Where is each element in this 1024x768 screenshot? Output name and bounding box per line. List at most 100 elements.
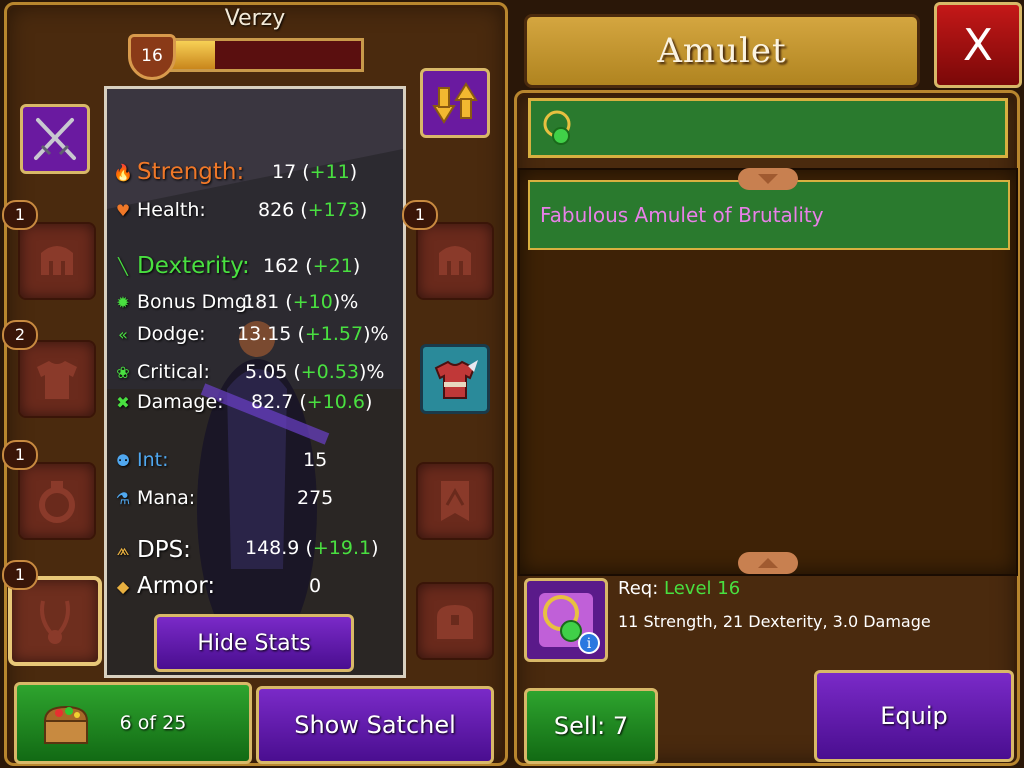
requirement-level: Level 16 <box>664 578 741 599</box>
stat-number: 826 <box>258 199 295 221</box>
list-item[interactable]: Fabulous Amulet of Brutality <box>528 180 1010 250</box>
sell-price: 7 <box>612 712 629 740</box>
scroll-up-tab[interactable] <box>738 168 798 190</box>
helmet-icon <box>41 246 73 275</box>
stat-label: Dexterity: <box>137 253 250 279</box>
stat-number: 17 <box>272 161 297 183</box>
stat-label: Critical: <box>137 361 210 383</box>
flame-icon: 🔥 <box>113 162 133 182</box>
stat-value: 148.9 (+19.1) <box>245 537 379 559</box>
critical-icon: ❀ <box>116 362 130 382</box>
item-description: 11 Strength, 21 Dexterity, 3.0 Damage <box>618 612 931 631</box>
stat-value: 162 (+21) <box>263 255 361 277</box>
stat-number: 15 <box>303 449 328 471</box>
treasure-chest-icon <box>43 705 89 744</box>
swap-button[interactable] <box>420 68 490 138</box>
category-title: Amulet <box>524 14 920 88</box>
requirement-label: Req: <box>618 578 659 599</box>
stat-row-dexterity: ╲ Dexterity: <box>113 253 250 279</box>
stat-number: 148.9 <box>245 537 300 559</box>
weapon-slot-button[interactable] <box>20 104 90 174</box>
stat-row-dodge: « Dodge: <box>113 323 205 345</box>
stat-number: 13.15 <box>237 323 292 345</box>
stat-value: 5.05 (+0.53)% <box>245 361 385 383</box>
burst-icon: ✹ <box>116 292 130 312</box>
ring-icon <box>39 481 75 523</box>
stat-row-bonus-dmg: ✹ Bonus Dmg: <box>113 291 253 313</box>
stat-value: 15 <box>303 449 327 471</box>
stat-label: Bonus Dmg: <box>137 291 254 313</box>
stat-row-health: ♥ Health: <box>113 199 206 221</box>
stat-bonus: +11 <box>309 161 350 183</box>
stat-bonus: +10.6 <box>306 391 365 413</box>
stat-number: 5.05 <box>245 361 288 383</box>
stat-label: DPS: <box>137 537 191 563</box>
slot-count-badge: 1 <box>402 200 438 230</box>
equip-button[interactable]: Equip <box>814 670 1014 762</box>
stat-value: 82.7 (+10.6) <box>251 391 373 413</box>
storage-slot-right[interactable] <box>416 582 494 660</box>
stat-suffix: % <box>366 361 385 383</box>
cross-swords-icon: ✖ <box>116 392 130 412</box>
close-button[interactable]: X <box>934 2 1022 88</box>
scroll-down-tab[interactable] <box>738 552 798 574</box>
amulet-icon <box>543 110 571 145</box>
armor-icon <box>37 361 77 399</box>
stat-value: 17 (+11) <box>272 161 358 183</box>
slash-icon: ╲ <box>118 256 128 276</box>
inventory-button[interactable]: 6 of 25 <box>14 682 252 764</box>
armor-slot-left[interactable] <box>18 340 96 418</box>
category-filter-bar[interactable] <box>528 98 1008 158</box>
stat-label: Dodge: <box>137 323 206 345</box>
stat-label: Int: <box>137 449 169 471</box>
chevron-icon: « <box>118 324 128 344</box>
heart-icon: ♥ <box>115 200 131 220</box>
banner-slot-right[interactable] <box>416 462 494 540</box>
helmet-icon <box>439 246 471 275</box>
stat-label: Mana: <box>137 487 196 509</box>
chest-armor-slot-right[interactable] <box>420 344 490 414</box>
shield-icon: ◆ <box>116 576 130 596</box>
stat-suffix: % <box>370 323 389 345</box>
hide-stats-button[interactable]: Hide Stats <box>154 614 354 672</box>
ring-slot-left[interactable] <box>18 462 96 540</box>
stat-number: 181 <box>243 291 280 313</box>
stat-bonus: +1.57 <box>304 323 364 345</box>
item-name: Fabulous Amulet of Brutality <box>540 203 824 227</box>
chevron-up-icon <box>758 558 778 568</box>
int-icon: ⚉ <box>115 450 131 470</box>
stat-label: Armor: <box>137 573 216 599</box>
stat-number: 82.7 <box>251 391 294 413</box>
swap-arrows-icon <box>432 82 478 124</box>
slot-count-badge: 1 <box>2 560 38 590</box>
inventory-count: 6 of 25 <box>119 712 187 734</box>
slot-count-badge: 1 <box>2 440 38 470</box>
stat-label: Damage: <box>137 391 224 413</box>
amulet-icon <box>40 600 70 644</box>
helmet-slot-right[interactable] <box>416 222 494 300</box>
hero-name: Verzy <box>224 6 286 31</box>
stat-row-int: ⚉ Int: <box>113 449 169 471</box>
stat-bonus: +0.53 <box>300 361 359 383</box>
sell-label: Sell: <box>553 712 606 740</box>
stat-value: 275 <box>297 487 333 509</box>
stat-row-armor: ◆ Armor: <box>113 573 215 599</box>
stat-value: 0 <box>309 575 321 597</box>
stat-value: 13.15 (+1.57)% <box>237 323 389 345</box>
helmet-slot-left[interactable] <box>18 222 96 300</box>
item-list[interactable]: Fabulous Amulet of Brutality <box>518 168 1018 576</box>
show-satchel-button[interactable]: Show Satchel <box>256 686 494 764</box>
sell-button[interactable]: Sell: 7 <box>524 688 658 764</box>
stat-bonus: +10 <box>292 291 333 313</box>
selected-item-icon[interactable]: i <box>524 578 608 662</box>
chevron-down-icon <box>758 174 778 184</box>
amulet-icon: i <box>539 593 600 654</box>
stats-panel: 🔥 Strength: 17 (+11) ♥ Health: 826 (+173… <box>104 86 406 678</box>
stat-row-dps: ⩕ DPS: <box>113 537 191 563</box>
level-badge: 16 <box>128 34 176 80</box>
banner-icon <box>441 481 469 521</box>
svg-text:i: i <box>587 636 592 652</box>
stat-label: Health: <box>137 199 206 221</box>
stat-row-mana: ⚗ Mana: <box>113 487 195 509</box>
stat-number: 162 <box>263 255 300 277</box>
